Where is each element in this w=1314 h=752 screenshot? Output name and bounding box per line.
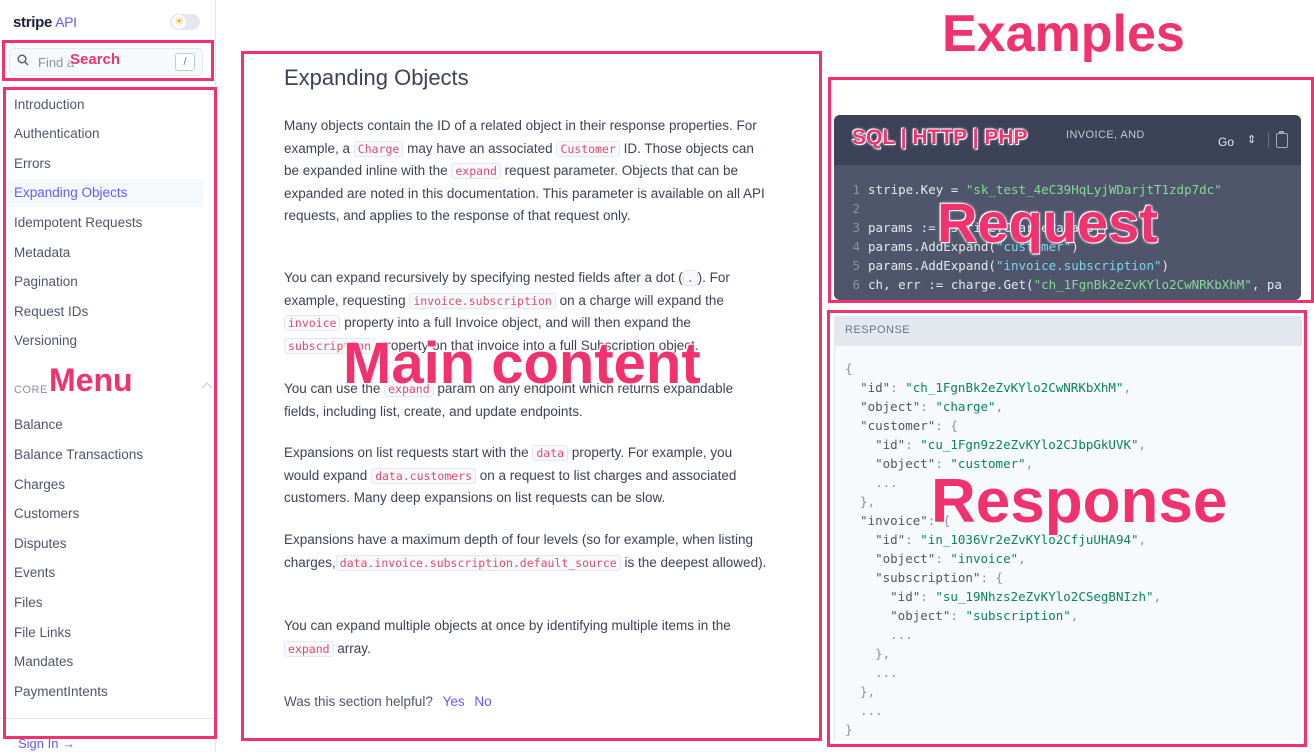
response-annotation-label: Response	[931, 467, 1228, 536]
sidebar-item-balance-transactions[interactable]: Balance Transactions	[6, 441, 204, 469]
sidebar-item-balance[interactable]: Balance	[6, 411, 204, 439]
core-section-heading[interactable]: CORE	[14, 384, 48, 396]
paragraph-list-requests: Expansions on list requests start with t…	[284, 445, 737, 505]
json-line: "subscription": {	[875, 570, 1004, 585]
sidebar-item-authentication[interactable]: Authentication	[6, 120, 204, 148]
json-line: "id": "su_19Nhzs2eZvKYlo2CSegBNIzh",	[890, 589, 1162, 604]
paragraph-max-depth: Expansions have a maximum depth of four …	[284, 532, 767, 571]
feedback-question: Was this section helpful?	[284, 694, 433, 709]
sign-in-link[interactable]: Sign In →	[18, 736, 75, 751]
menu-annotation-label: Menu	[49, 362, 133, 398]
sidebar-item-paymentintents[interactable]: PaymentIntents	[6, 678, 204, 706]
theme-toggle[interactable]: ☀	[170, 14, 200, 30]
json-line: },	[845, 646, 891, 661]
search-annotation-label: Search	[70, 51, 121, 68]
search-shortcut-key: /	[175, 53, 195, 71]
sidebar-item-introduction[interactable]: Introduction	[6, 91, 204, 119]
sidebar-item-errors[interactable]: Errors	[6, 150, 204, 178]
sidebar-item-charges[interactable]: Charges	[6, 471, 204, 499]
sidebar-item-events[interactable]: Events	[6, 559, 204, 587]
examples-annotation-label: Examples	[942, 5, 1185, 63]
code-line-6: 6 ch, err := charge.Get("ch_1FgnBk2eZvKYl…	[852, 277, 1282, 292]
json-line: "id": "cu_1Fgn9z2eZvKYlo2CJbpGkUVK",	[875, 437, 1147, 452]
json-line: ...	[845, 665, 898, 680]
code-data: data	[532, 445, 569, 461]
search-icon	[17, 54, 29, 66]
sidebar-item-file-links[interactable]: File Links	[6, 619, 204, 647]
code-line-2: 2	[852, 201, 860, 216]
stripe-logo[interactable]: stripe API	[13, 14, 77, 31]
main-content-annotation-label: Main content	[343, 331, 701, 396]
paragraph-multiple: You can expand multiple objects at once …	[284, 618, 731, 657]
feedback-no-link[interactable]: No	[474, 694, 491, 709]
api-label: API	[55, 14, 77, 30]
json-line: },	[845, 684, 876, 699]
response-heading: RESPONSE	[845, 324, 911, 336]
sidebar-divider	[0, 718, 215, 719]
sidebar-item-versioning[interactable]: Versioning	[6, 327, 204, 355]
sidebar-item-pagination[interactable]: Pagination	[6, 268, 204, 296]
json-line: "customer": {	[860, 418, 958, 433]
clipboard-icon[interactable]	[1276, 131, 1288, 148]
json-line: ...	[845, 703, 883, 718]
json-line: }	[845, 722, 853, 737]
code-expand-array: expand	[284, 640, 334, 657]
code-invoice: invoice	[284, 315, 341, 331]
languages-annotation-label: SQL | HTTP | PHP	[852, 126, 1028, 149]
code-default-source: data.invoice.subscription.default_source	[335, 554, 621, 571]
search-placeholder: Find a	[38, 55, 75, 70]
sun-icon: ☀	[171, 14, 187, 30]
json-line: {	[845, 361, 853, 376]
code-panel-title: INVOICE, AND	[1066, 129, 1145, 141]
header-separator	[1268, 132, 1269, 148]
code-charge: Charge	[353, 140, 404, 157]
sidebar-item-metadata[interactable]: Metadata	[6, 239, 204, 267]
language-select[interactable]: Go	[1218, 135, 1234, 149]
code-dot: .	[682, 270, 698, 286]
sidebar-item-disputes[interactable]: Disputes	[6, 530, 204, 558]
code-invoice-subscription: invoice.subscription	[409, 292, 556, 309]
sidebar-item-customers[interactable]: Customers	[6, 500, 204, 528]
sidebar-item-mandates[interactable]: Mandates	[6, 648, 204, 676]
paragraph-intro: Many objects contain the ID of a related…	[284, 118, 765, 223]
chevron-up-icon[interactable]	[201, 382, 213, 394]
response-header: RESPONSE	[835, 316, 1302, 346]
json-line: ...	[845, 627, 913, 642]
code-line-5: 5 params.AddExpand("invoice.subscription"…	[852, 258, 1170, 273]
code-data-customers: data.customers	[371, 467, 477, 484]
code-customer: Customer	[556, 140, 620, 157]
sidebar-item-idempotent-requests[interactable]: Idempotent Requests	[6, 209, 204, 237]
sidebar-item-request-ids[interactable]: Request IDs	[6, 298, 204, 326]
sidebar-item-expanding-objects[interactable]: Expanding Objects	[6, 179, 204, 207]
code-expand: expand	[451, 163, 501, 179]
request-annotation-label: Request	[937, 191, 1158, 254]
chevron-updown-icon[interactable]: ⇕	[1247, 133, 1256, 146]
page-title: Expanding Objects	[284, 65, 469, 90]
json-line: "object": "subscription",	[890, 608, 1079, 623]
json-line: "id": "ch_1FgnBk2eZvKYlo2CwNRKbXhM",	[860, 380, 1132, 395]
sidebar-item-files[interactable]: Files	[6, 589, 204, 617]
json-line: "object": "charge",	[860, 399, 1004, 414]
json-line: "object": "invoice",	[875, 551, 1026, 566]
feedback-row: Was this section helpful? Yes No	[284, 694, 492, 709]
feedback-yes-link[interactable]: Yes	[443, 694, 465, 709]
json-line: },	[845, 494, 876, 509]
json-line: ...	[845, 475, 898, 490]
